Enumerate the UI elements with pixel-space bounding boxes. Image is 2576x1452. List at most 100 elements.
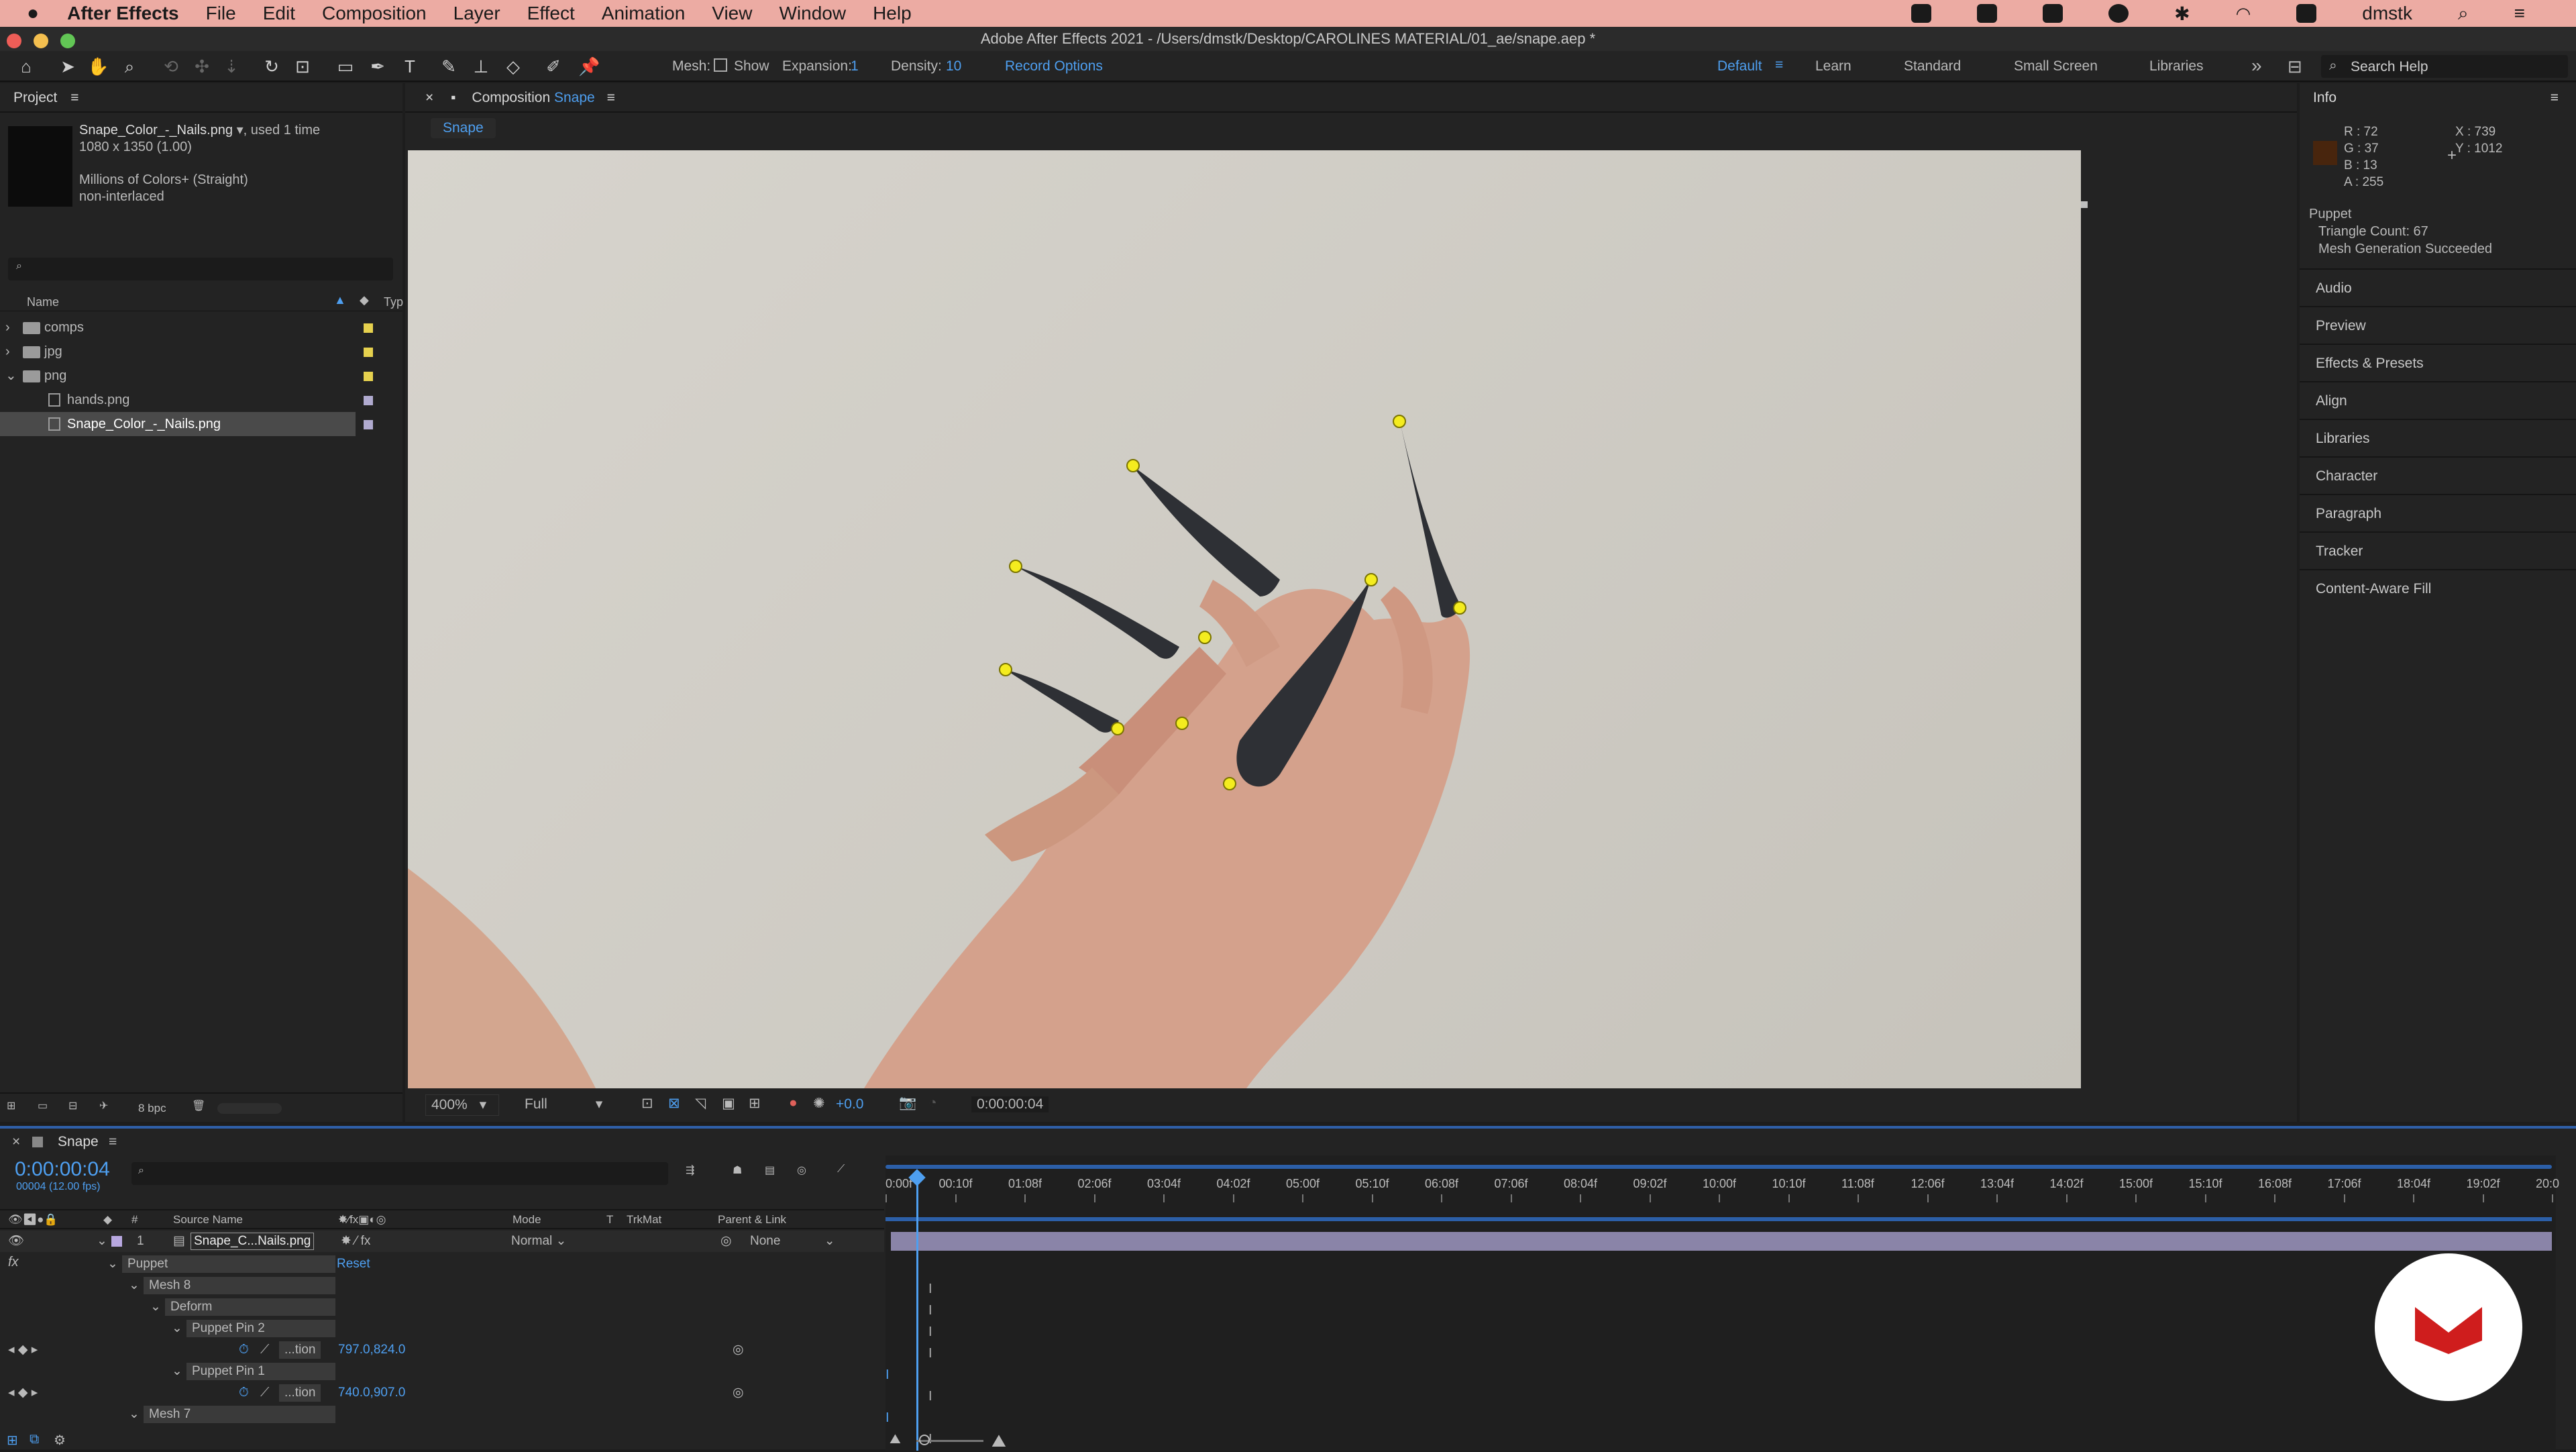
creative-cloud-icon[interactable] [1911,4,1932,23]
pick-whip-icon[interactable]: ◎ [733,1339,744,1361]
menu-window[interactable]: Window [779,3,846,24]
adjust-settings-icon[interactable]: ✈ [99,1099,108,1112]
resolution-dropdown[interactable]: Full ▾ [519,1094,620,1116]
composition-tab-label[interactable]: Composition [472,90,550,105]
zoom-thumb[interactable] [919,1435,930,1445]
orbit-tool-icon[interactable]: ⟲ [161,56,181,76]
composition-flowchart-icon[interactable]: ⇶ [686,1163,694,1177]
label-color-chip[interactable] [364,323,373,333]
shy-layers-icon[interactable]: ☗ [733,1163,742,1177]
graph-icon[interactable]: ⟋ [260,1339,269,1361]
pick-whip-icon[interactable]: ◎ [720,1231,732,1252]
workspace-menu-icon[interactable]: ≡ [1775,57,1783,73]
puppet-pin[interactable] [1111,722,1124,735]
roto-brush-tool-icon[interactable]: ✐ [543,56,564,76]
eraser-tool-icon[interactable]: ◇ [503,56,523,76]
stopwatch-icon[interactable]: ⏱ [239,1339,249,1361]
new-composition-icon[interactable]: ⊟ [68,1099,77,1112]
current-time-indicator[interactable] [916,1176,918,1451]
chevron-down-icon[interactable]: ⌄ [129,1275,140,1296]
transparency-grid-icon[interactable]: ⊠ [668,1095,680,1112]
keyframe-marker[interactable]: I [928,1303,932,1318]
zoom-in-icon[interactable]: ⛰ [991,1431,1006,1452]
footage-dropdown-icon[interactable]: ▾ [233,123,244,138]
chevron-down-icon[interactable]: ⌄ [150,1296,161,1318]
project-bpc[interactable]: 8 bpc [138,1102,166,1115]
composition-tab-name[interactable]: Snape [554,90,595,105]
puppet-pin[interactable] [1198,631,1212,644]
panel-content-aware-fill[interactable]: Content-Aware Fill [2300,569,2576,607]
project-file-row[interactable]: hands.png [0,388,402,412]
show-snapshot-icon[interactable]: ◔ [928,1095,937,1111]
property-row[interactable]: ◂ ◆ ▸ ⏱ ⟋ ...tion 740.0,907.0 ◎ [0,1382,884,1404]
menu-app-name[interactable]: After Effects [67,3,178,24]
timeline-current-time[interactable]: 0:00:00:04 [15,1158,110,1181]
puppet-pin[interactable] [1175,717,1189,730]
workspace-default[interactable]: Default [1717,58,1762,74]
panel-align[interactable]: Align [2300,381,2576,419]
magnification-dropdown[interactable]: 400% ▾ [425,1094,499,1116]
label-color-chip[interactable] [364,396,373,405]
property-row[interactable]: ⌄ Puppet Pin 1 [0,1361,884,1382]
puppet-pin[interactable] [1223,777,1236,790]
chevron-down-icon[interactable]: ⌄ [172,1318,182,1339]
menu-edit[interactable]: Edit [263,3,295,24]
pen-tool-icon[interactable]: ✒ [368,56,388,76]
search-help-field[interactable]: ⌕ Search Help [2321,55,2568,78]
chevron-right-icon[interactable]: › [5,315,10,340]
menu-file[interactable]: File [206,3,236,24]
apple-icon[interactable]: ● [27,2,39,25]
chevron-down-icon[interactable]: ⌄ [172,1361,182,1382]
label-color-chip[interactable] [364,348,373,357]
pick-whip-icon[interactable]: ◎ [733,1382,744,1404]
panel-menu-icon[interactable]: ≡ [2551,83,2559,113]
chevron-right-icon[interactable]: › [5,340,10,364]
workspace-libraries[interactable]: Libraries [2149,58,2204,74]
property-row[interactable]: ⌄ Puppet Pin 2 [0,1318,884,1339]
menu-animation[interactable]: Animation [602,3,686,24]
panel-libraries[interactable]: Libraries [2300,419,2576,456]
sort-ascending-icon[interactable]: ▲ [334,293,346,307]
zoom-slider[interactable]: ⛰ ⛰ [883,1429,1017,1452]
layer-name[interactable]: Snape_C...Nails.png [191,1233,315,1250]
menu-help[interactable]: Help [873,3,912,24]
chevron-down-icon[interactable]: ⌄ [107,1253,118,1275]
eye-icon[interactable]: 👁 [8,1231,24,1252]
menu-layer[interactable]: Layer [453,3,500,24]
density-value[interactable]: 10 [946,58,961,74]
show-mesh-checkbox[interactable] [714,58,727,72]
layer-duration-bar[interactable] [891,1232,2552,1251]
skype-icon[interactable] [2043,4,2063,23]
rectangle-tool-icon[interactable]: ▭ [335,56,356,76]
panel-tracker[interactable]: Tracker [2300,531,2576,569]
work-area-bar[interactable] [885,1165,2552,1169]
label-color-chip[interactable] [364,420,373,429]
composition-viewer[interactable] [408,150,2081,1088]
panel-audio[interactable]: Audio [2300,268,2576,306]
grid-guides-icon[interactable]: ⊞ [749,1095,761,1112]
rotation-tool-icon[interactable]: ↻ [262,56,282,76]
project-folder-row[interactable]: › comps [0,315,402,340]
panel-menu-icon[interactable]: ≡ [70,90,78,105]
workspace-toggle-icon[interactable]: ⊟ [2288,56,2302,77]
new-folder-icon[interactable]: ▭ [38,1099,48,1112]
timeline-search-input[interactable]: ⌕ [131,1162,668,1185]
keyframe-nav-icon[interactable]: ◂ ◆ ▸ [8,1382,38,1404]
property-value[interactable]: 740.0,907.0 [338,1382,405,1404]
menu-effect[interactable]: Effect [527,3,575,24]
comp-timecode[interactable]: 0:00:00:04 [971,1096,1049,1112]
layer-switches-icon[interactable]: ✸⁄fx▣◐◎ [338,1210,386,1229]
sync-icon[interactable] [2108,4,2129,23]
clone-stamp-tool-icon[interactable]: ⊥ [471,56,491,76]
keyframe-marker[interactable]: I [885,1410,890,1426]
exposure-value[interactable]: +0.0 [836,1096,863,1112]
chevron-down-icon[interactable]: ⌄ [129,1404,140,1425]
frame-blending-icon[interactable]: ▤ [765,1163,775,1177]
column-name[interactable]: Name [27,295,59,309]
motion-blur-icon[interactable]: ◎ [797,1163,806,1177]
close-window-button[interactable] [7,34,21,48]
parent-link-header[interactable]: Parent & Link [718,1210,786,1229]
anchor-tool-icon[interactable]: ⊡ [292,56,313,76]
pan-tool-icon[interactable]: ✣ [192,56,212,76]
timeline-tab-label[interactable]: Snape [58,1129,99,1155]
